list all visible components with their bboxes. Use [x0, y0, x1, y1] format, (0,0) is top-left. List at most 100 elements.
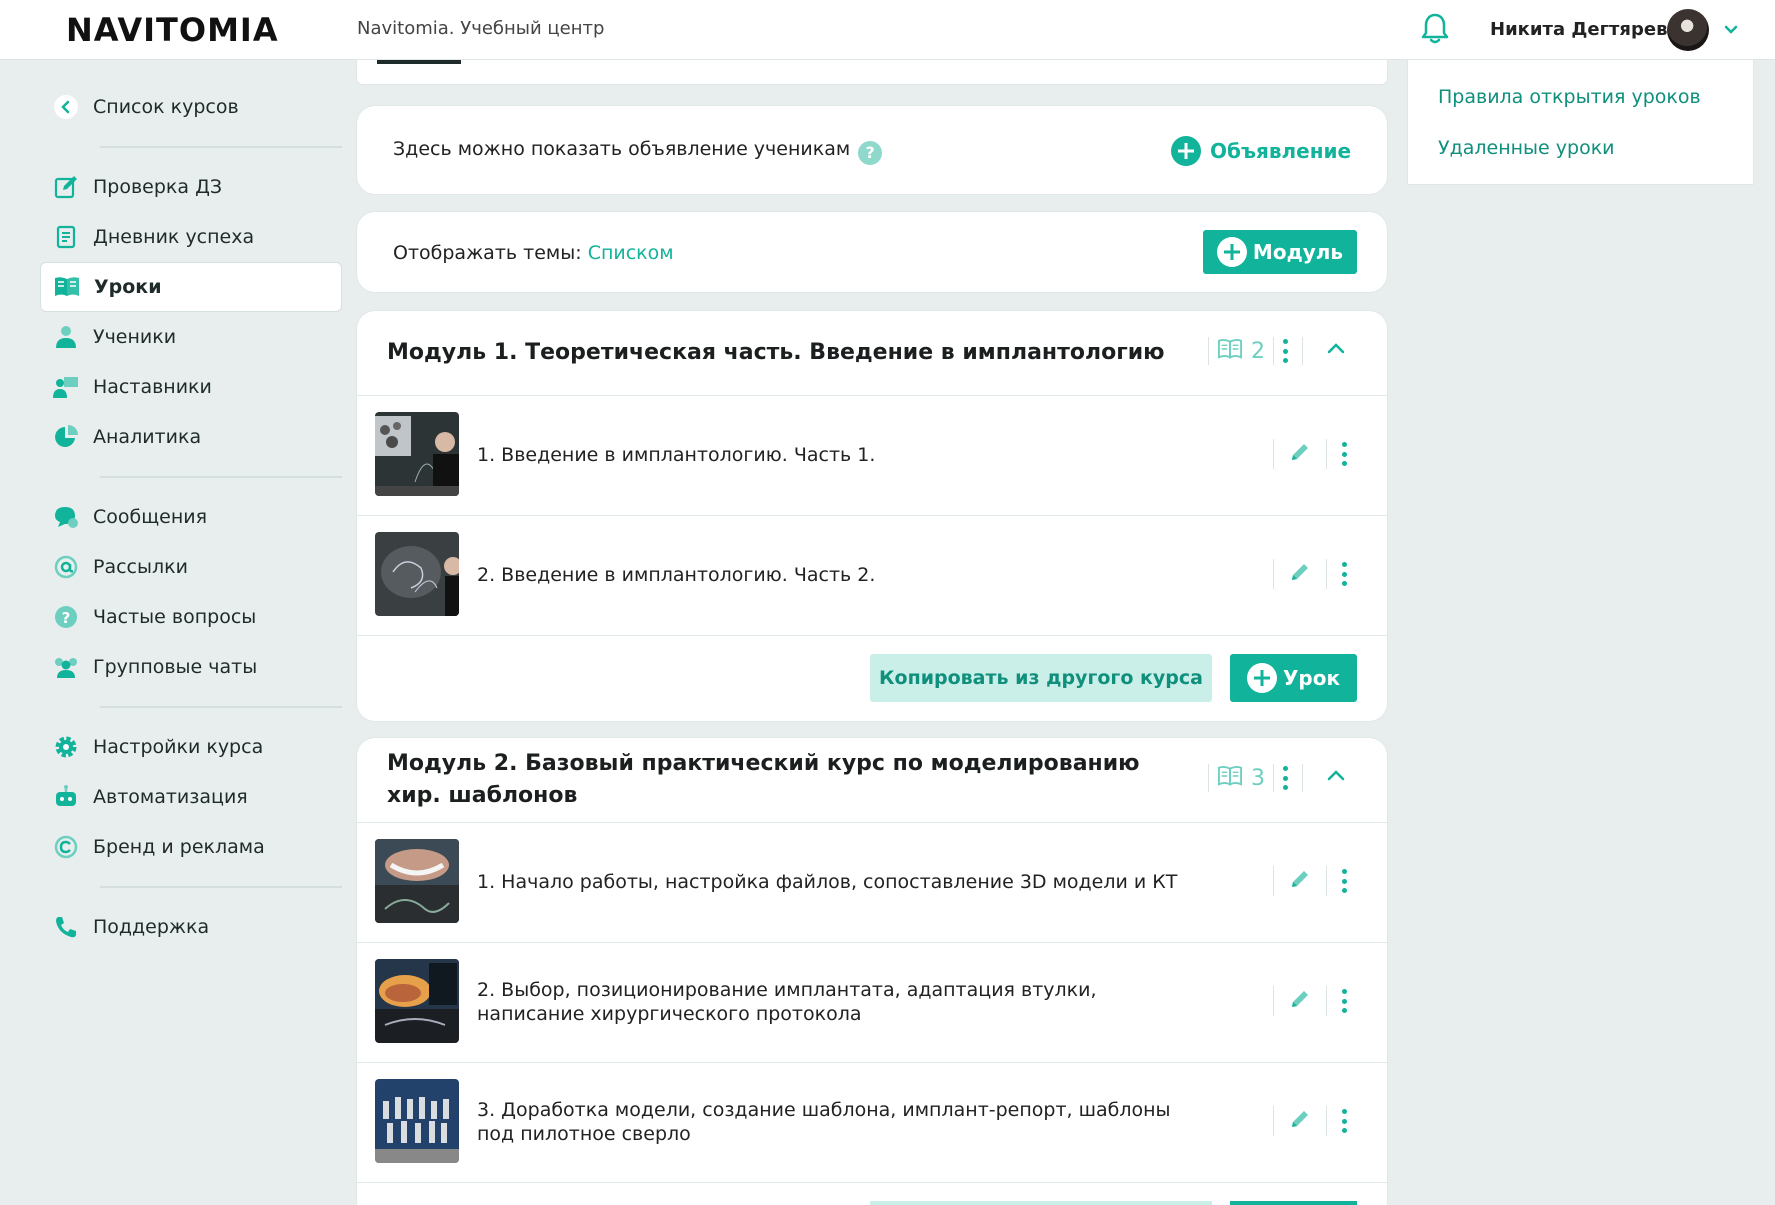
lesson-thumbnail	[375, 959, 459, 1043]
divider	[100, 886, 342, 888]
students-icon	[52, 323, 80, 351]
sidebar-item-label: Рассылки	[93, 556, 188, 578]
lesson-tools	[1259, 559, 1347, 589]
lesson-tools	[1259, 439, 1347, 469]
sidebar-item-diary[interactable]: Дневник успеха	[40, 212, 342, 262]
list-item[interactable]: 1. Введение в имплантологию. Часть 1.	[357, 395, 1387, 515]
lesson-title[interactable]: 1. Введение в имплантологию. Часть 1.	[477, 395, 1197, 515]
robot-icon	[52, 783, 80, 811]
sidebar-item-mailings[interactable]: Рассылки	[40, 542, 342, 592]
top-bar: NAVITOMIA Navitomia. Учебный центр Никит…	[0, 0, 1775, 60]
more-vertical-icon[interactable]	[1341, 562, 1347, 586]
lesson-title[interactable]: 1. Начало работы, настройка файлов, сопо…	[477, 822, 1197, 942]
more-vertical-icon[interactable]	[1341, 442, 1347, 466]
more-vertical-icon[interactable]	[1341, 869, 1347, 893]
chevron-down-icon[interactable]	[1722, 20, 1740, 38]
divider	[100, 476, 342, 478]
announcement-text: Здесь можно показать объявление ученикам…	[393, 138, 883, 165]
sidebar-item-lessons[interactable]: Уроки	[40, 262, 342, 312]
sidebar-item-homework[interactable]: Проверка ДЗ	[40, 162, 342, 212]
sidebar-item-mentors[interactable]: Наставники	[40, 362, 342, 412]
copyright-icon	[52, 833, 80, 861]
add-announcement-button[interactable]: Объявление	[1171, 136, 1351, 166]
sidebar-item-label: Уроки	[94, 276, 162, 298]
module-title: Модуль 1. Теоретическая часть. Введение …	[387, 340, 1165, 365]
sidebar-item-support[interactable]: Поддержка	[40, 902, 342, 952]
display-mode-card: Отображать темы: Списком Модуль	[357, 212, 1387, 292]
sidebar-item-messages[interactable]: Сообщения	[40, 492, 342, 542]
plus-icon	[1171, 136, 1201, 166]
avatar[interactable]	[1667, 9, 1709, 51]
list-item[interactable]: 3. Доработка модели, создание шаблона, и…	[357, 1062, 1387, 1182]
list-item[interactable]: 1. Начало работы, настройка файлов, сопо…	[357, 822, 1387, 942]
divider	[100, 146, 342, 148]
module-card: Модуль 2. Базовый практический курс по м…	[357, 738, 1387, 1205]
sidebar-item-label: Дневник успеха	[93, 226, 255, 248]
bell-icon[interactable]	[1420, 12, 1450, 46]
lesson-tools	[1259, 1106, 1347, 1136]
sidebar-item-label: Настройки курса	[93, 736, 264, 758]
phone-icon	[52, 913, 80, 941]
sidebar-item-brand[interactable]: Бренд и реклама	[40, 822, 342, 872]
lesson-thumbnail	[375, 1079, 459, 1163]
copy-from-course-button[interactable]: Копировать из другого курса	[870, 654, 1212, 702]
lesson-title[interactable]: 2. Введение в имплантологию. Часть 2.	[477, 515, 1197, 635]
sidebar-item-label: Автоматизация	[93, 786, 248, 808]
display-mode-toggle[interactable]: Списком	[588, 242, 674, 264]
lesson-rules-link[interactable]: Правила открытия уроков	[1438, 86, 1701, 108]
sidebar-item-students[interactable]: Ученики	[40, 312, 342, 362]
help-icon[interactable]: ?	[858, 141, 883, 165]
list-item[interactable]: 2. Выбор, позиционирование имплантата, а…	[357, 942, 1387, 1062]
lesson-title[interactable]: 2. Выбор, позиционирование имплантата, а…	[477, 942, 1197, 1062]
sidebar-item-course-settings[interactable]: Настройки курса	[40, 722, 342, 772]
add-module-label: Модуль	[1252, 240, 1344, 264]
more-vertical-icon[interactable]	[1341, 989, 1347, 1013]
module-title: Модуль 2. Базовый практический курс по м…	[387, 751, 1140, 808]
list-item[interactable]: 2. Введение в имплантологию. Часть 2.	[357, 515, 1387, 635]
back-label: Список курсов	[93, 96, 239, 118]
module-tools: 3	[1200, 764, 1347, 792]
pencil-icon[interactable]	[1288, 987, 1312, 1015]
lesson-count: 2	[1251, 338, 1265, 364]
more-vertical-icon[interactable]	[1341, 1109, 1347, 1133]
chevron-up-icon[interactable]	[1325, 338, 1347, 364]
add-lesson-button-partial[interactable]	[1230, 1201, 1357, 1205]
school-name: Navitomia. Учебный центр	[357, 18, 605, 39]
deleted-lessons-link[interactable]: Удаленные уроки	[1438, 137, 1615, 159]
user-name[interactable]: Никита Дегтярев	[1490, 19, 1667, 40]
at-icon	[52, 553, 80, 581]
logo[interactable]: NAVITOMIA	[66, 12, 279, 48]
pencil-icon[interactable]	[1288, 1107, 1312, 1135]
sidebar-item-automation[interactable]: Автоматизация	[40, 772, 342, 822]
sidebar-item-group-chats[interactable]: Групповые чаты	[40, 642, 342, 692]
lesson-thumbnail	[375, 839, 459, 923]
add-lesson-label: Урок	[1282, 666, 1341, 690]
book-icon	[53, 273, 81, 301]
pencil-icon[interactable]	[1288, 867, 1312, 895]
lesson-thumbnail	[375, 532, 459, 616]
lesson-title[interactable]: 3. Доработка модели, создание шаблона, и…	[477, 1062, 1197, 1182]
lesson-count: 3	[1251, 765, 1265, 791]
copy-from-course-button-partial[interactable]	[870, 1201, 1212, 1205]
pencil-icon[interactable]	[1288, 440, 1312, 468]
sidebar-item-label: Частые вопросы	[93, 606, 257, 628]
svg-text:?: ?	[62, 609, 71, 627]
sidebar-item-label: Бренд и реклама	[93, 836, 265, 858]
add-lesson-button[interactable]: Урок	[1230, 654, 1357, 702]
back-to-courses[interactable]: Список курсов	[40, 82, 342, 132]
add-module-button[interactable]: Модуль	[1203, 230, 1357, 274]
plus-icon	[1246, 663, 1277, 693]
right-panel: Правила открытия уроков Удаленные уроки	[1408, 60, 1753, 184]
more-vertical-icon[interactable]	[1282, 766, 1288, 790]
more-vertical-icon[interactable]	[1282, 339, 1288, 363]
chevron-up-icon[interactable]	[1325, 765, 1347, 791]
plus-icon	[1216, 237, 1247, 267]
sidebar-item-analytics[interactable]: Аналитика	[40, 412, 342, 462]
sidebar-item-label: Ученики	[93, 326, 177, 348]
sidebar-item-faq[interactable]: ? Частые вопросы	[40, 592, 342, 642]
display-mode-label: Отображать темы:	[393, 242, 582, 264]
lesson-tools	[1259, 866, 1347, 896]
pencil-icon[interactable]	[1288, 560, 1312, 588]
question-icon: ?	[52, 603, 80, 631]
module-card: Модуль 1. Теоретическая часть. Введение …	[357, 311, 1387, 721]
